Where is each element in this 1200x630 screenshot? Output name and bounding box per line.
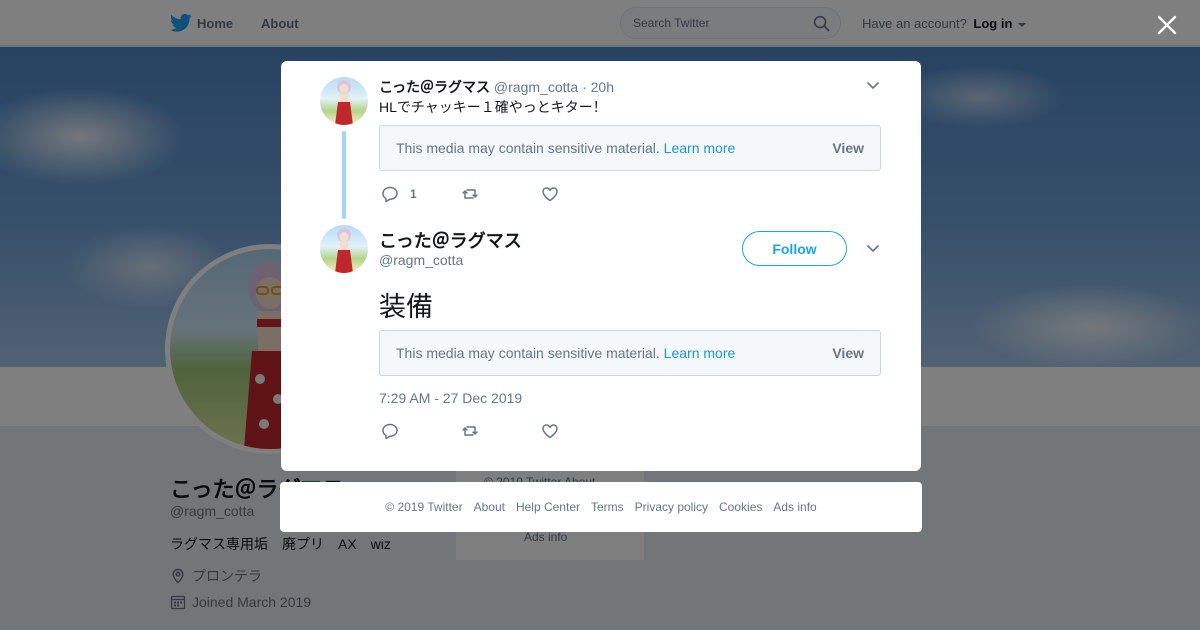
reply-button[interactable]: 1 bbox=[381, 185, 461, 203]
footer-link-terms[interactable]: Terms bbox=[591, 500, 624, 514]
sensitive-media-message: This media may contain sensitive materia… bbox=[396, 345, 735, 361]
chevron-down-icon[interactable] bbox=[866, 81, 880, 90]
tweet1-action-bar: 1 bbox=[381, 185, 621, 203]
retweet-button[interactable] bbox=[461, 422, 541, 440]
retweet-button[interactable] bbox=[461, 185, 541, 203]
tweet2-author-name[interactable]: こった＠ラグマス bbox=[379, 227, 522, 253]
tweet-permalink-modal: こった＠ラグマス @ragm_cotta · 20h HLでチャッキー１確やっと… bbox=[281, 61, 921, 471]
tweet2-text: 装備 bbox=[379, 292, 433, 322]
retweet-icon bbox=[462, 426, 478, 436]
like-icon bbox=[542, 424, 558, 439]
tweet1-header: こった＠ラグマス @ragm_cotta · 20h bbox=[379, 77, 614, 97]
chevron-down-icon[interactable] bbox=[866, 244, 880, 253]
tweet1-author-name[interactable]: こった＠ラグマス bbox=[379, 79, 490, 95]
tweet1-author-handle[interactable]: @ragm_cotta bbox=[494, 79, 578, 95]
tweet1-time[interactable]: 20h bbox=[591, 79, 614, 95]
sensitive-media-message: This media may contain sensitive materia… bbox=[396, 140, 735, 156]
footer-copyright: © 2019 Twitter bbox=[385, 500, 463, 514]
tweet1-avatar[interactable] bbox=[320, 77, 368, 125]
reply-count: 1 bbox=[410, 187, 417, 201]
thread-connector-line bbox=[342, 131, 346, 219]
sensitive-media-text: This media may contain sensitive materia… bbox=[396, 140, 660, 156]
tweet2-timestamp[interactable]: 7:29 AM - 27 Dec 2019 bbox=[379, 390, 522, 406]
tweet2-author-handle[interactable]: @ragm_cotta bbox=[379, 252, 463, 268]
reply-icon bbox=[382, 423, 398, 440]
tweet1-sensitive-media-notice: This media may contain sensitive materia… bbox=[379, 125, 881, 171]
reply-button[interactable] bbox=[381, 422, 461, 440]
close-icon[interactable] bbox=[1156, 14, 1178, 36]
sensitive-media-text: This media may contain sensitive materia… bbox=[396, 345, 660, 361]
retweet-icon bbox=[462, 189, 478, 199]
footer-link-ads-info[interactable]: Ads info bbox=[773, 500, 816, 514]
footer-link-about[interactable]: About bbox=[474, 500, 505, 514]
tweet2-sensitive-media-notice: This media may contain sensitive materia… bbox=[379, 330, 881, 376]
learn-more-link[interactable]: Learn more bbox=[664, 345, 736, 361]
footer-link-help-center[interactable]: Help Center bbox=[516, 500, 580, 514]
like-icon bbox=[542, 187, 558, 202]
like-button[interactable] bbox=[541, 185, 621, 203]
tweet1-text: HLでチャッキー１確やっとキター！ bbox=[379, 99, 607, 115]
modal-footer-links: © 2019 Twitter About Help Center Terms P… bbox=[280, 482, 922, 532]
reply-icon bbox=[382, 186, 398, 203]
tweet1-separator: · bbox=[582, 79, 587, 95]
view-media-button[interactable]: View bbox=[832, 140, 864, 156]
avatar-character-figure bbox=[335, 80, 353, 125]
tweet2-action-bar bbox=[381, 422, 621, 440]
follow-button[interactable]: Follow bbox=[742, 231, 847, 266]
like-button[interactable] bbox=[541, 422, 621, 440]
tweet2-avatar[interactable] bbox=[320, 225, 368, 273]
footer-link-cookies[interactable]: Cookies bbox=[719, 500, 762, 514]
footer-link-privacy-policy[interactable]: Privacy policy bbox=[635, 500, 708, 514]
view-media-button[interactable]: View bbox=[832, 345, 864, 361]
learn-more-link[interactable]: Learn more bbox=[664, 140, 736, 156]
avatar-character-figure bbox=[335, 228, 353, 273]
